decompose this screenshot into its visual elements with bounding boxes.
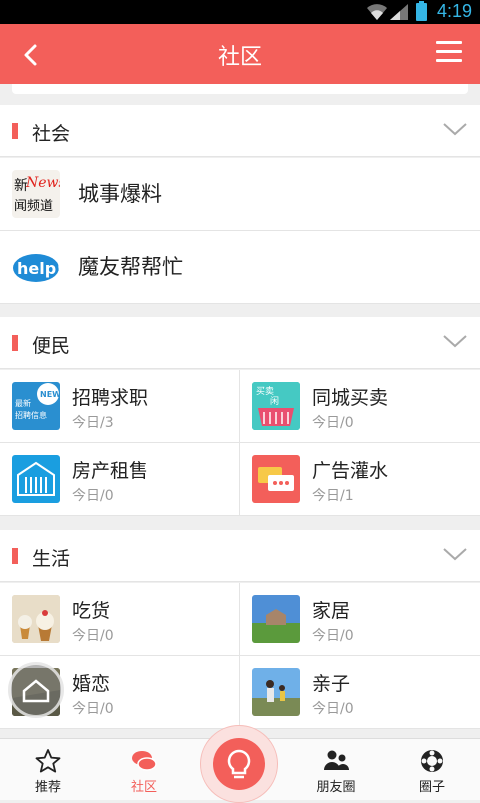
list-item-label: 魔友帮帮忙 [78,255,183,279]
recruit-icon: NEW 最新 招聘信息 [12,382,60,430]
tab-label: 推荐 [34,780,61,795]
trade-basket-icon: 买卖 闲 [252,382,300,430]
list-item-label: 城事爆料 [78,182,162,206]
news-channel-icon: 新 News 闻频道 [12,170,60,218]
grid-item-label: 亲子 [312,673,351,695]
grid-item-count: 今日/0 [312,701,354,717]
house-icon [12,455,60,503]
grid-item-label: 婚恋 [72,673,111,695]
grid-item-family[interactable]: 亲子 今日/0 [240,656,480,729]
news-icon-text-en: News [25,175,60,191]
status-bar: 4:19 [0,0,480,24]
section-marker [12,335,18,351]
search-bar-stub[interactable] [12,84,468,94]
help-icon: help! [12,243,60,291]
grid-item-count: 今日/0 [312,628,354,644]
bottom-tab-bar: 推荐 社区 朋友圈 圈子 [0,725,480,803]
tab-label: 社区 [130,780,157,795]
grid-item-house[interactable]: 房产租售 今日/0 [0,443,240,516]
tab-label: 圈子 [418,780,445,795]
tab-recommend[interactable]: 推荐 [0,739,96,801]
wifi-icon [367,4,387,20]
trade-icon-text-b: 闲 [270,396,279,407]
grid-item-label: 吃货 [72,600,111,622]
grid-item-trade[interactable]: 买卖 闲 同城买卖 今日/0 [240,370,480,443]
home-icon [22,679,50,703]
grid-item-count: 今日/0 [312,415,354,431]
ring-icon [421,750,443,772]
tab-label: 朋友圈 [316,780,356,795]
title-bar: 社区 [0,24,480,84]
home-photo-icon [252,595,300,643]
tab-community[interactable]: 社区 [96,739,192,801]
family-photo-icon [252,668,300,716]
content-area[interactable]: 社会 新 News 闻频道 城事爆料 help! 魔友帮帮忙 便民 [0,84,480,738]
recruit-icon-text-a: 最新 [15,398,31,408]
chevron-down-icon[interactable] [442,546,468,562]
status-time: 4:19 [436,1,472,21]
grid-item-label: 广告灌水 [312,460,389,482]
grid-item-label: 同城买卖 [312,387,389,409]
list-item-help[interactable]: help! 魔友帮帮忙 [0,231,480,304]
battery-icon [416,1,427,21]
tab-friends[interactable]: 朋友圈 [288,739,384,801]
chat-bubble-icon [252,455,300,503]
grid-item-ads[interactable]: 广告灌水 今日/1 [240,443,480,516]
grid-item-home[interactable]: 家居 今日/0 [240,583,480,656]
section-marker [12,548,18,564]
cupcake-icon [12,595,60,643]
grid-item-label: 房产租售 [72,460,149,482]
grid-item-count: 今日/0 [72,628,114,644]
tab-circles[interactable]: 圈子 [384,739,480,801]
help-icon-text: help! [17,259,60,278]
chevron-down-icon[interactable] [442,121,468,137]
recruit-icon-text-b: 招聘信息 [15,410,47,420]
section-title: 生活 [32,548,71,570]
section-title: 便民 [32,335,71,357]
grid-item-count: 今日/0 [72,488,114,504]
center-action-button[interactable] [200,725,278,803]
grid-item-recruit[interactable]: NEW 最新 招聘信息 招聘求职 今日/3 [0,370,240,443]
grid-item-label: 招聘求职 [72,387,149,409]
star-icon [35,749,61,773]
section-title: 社会 [32,123,71,145]
lightbulb-icon [227,749,251,779]
grid-item-count: 今日/3 [72,415,114,431]
floating-assist-button[interactable] [8,662,64,718]
news-icon-text-b: 闻频道 [14,199,53,214]
section-header-convenience[interactable]: 便民 [0,317,480,369]
people-icon [324,750,349,770]
menu-icon[interactable] [436,41,462,63]
chat-icon [132,751,157,771]
grid-item-count: 今日/0 [72,701,114,717]
section-marker [12,123,18,139]
grid-item-food[interactable]: 吃货 今日/0 [0,583,240,656]
section-header-society[interactable]: 社会 [0,105,480,157]
section-header-life[interactable]: 生活 [0,530,480,582]
grid-item-label: 家居 [312,600,351,622]
signal-icon [390,4,408,20]
list-item-city-news[interactable]: 新 News 闻频道 城事爆料 [0,158,480,231]
trade-icon-text-a: 买卖 [256,386,274,397]
recruit-icon-new: NEW [40,390,60,399]
chevron-down-icon[interactable] [442,333,468,349]
grid-item-count: 今日/1 [312,488,354,504]
page-title: 社区 [217,45,262,70]
